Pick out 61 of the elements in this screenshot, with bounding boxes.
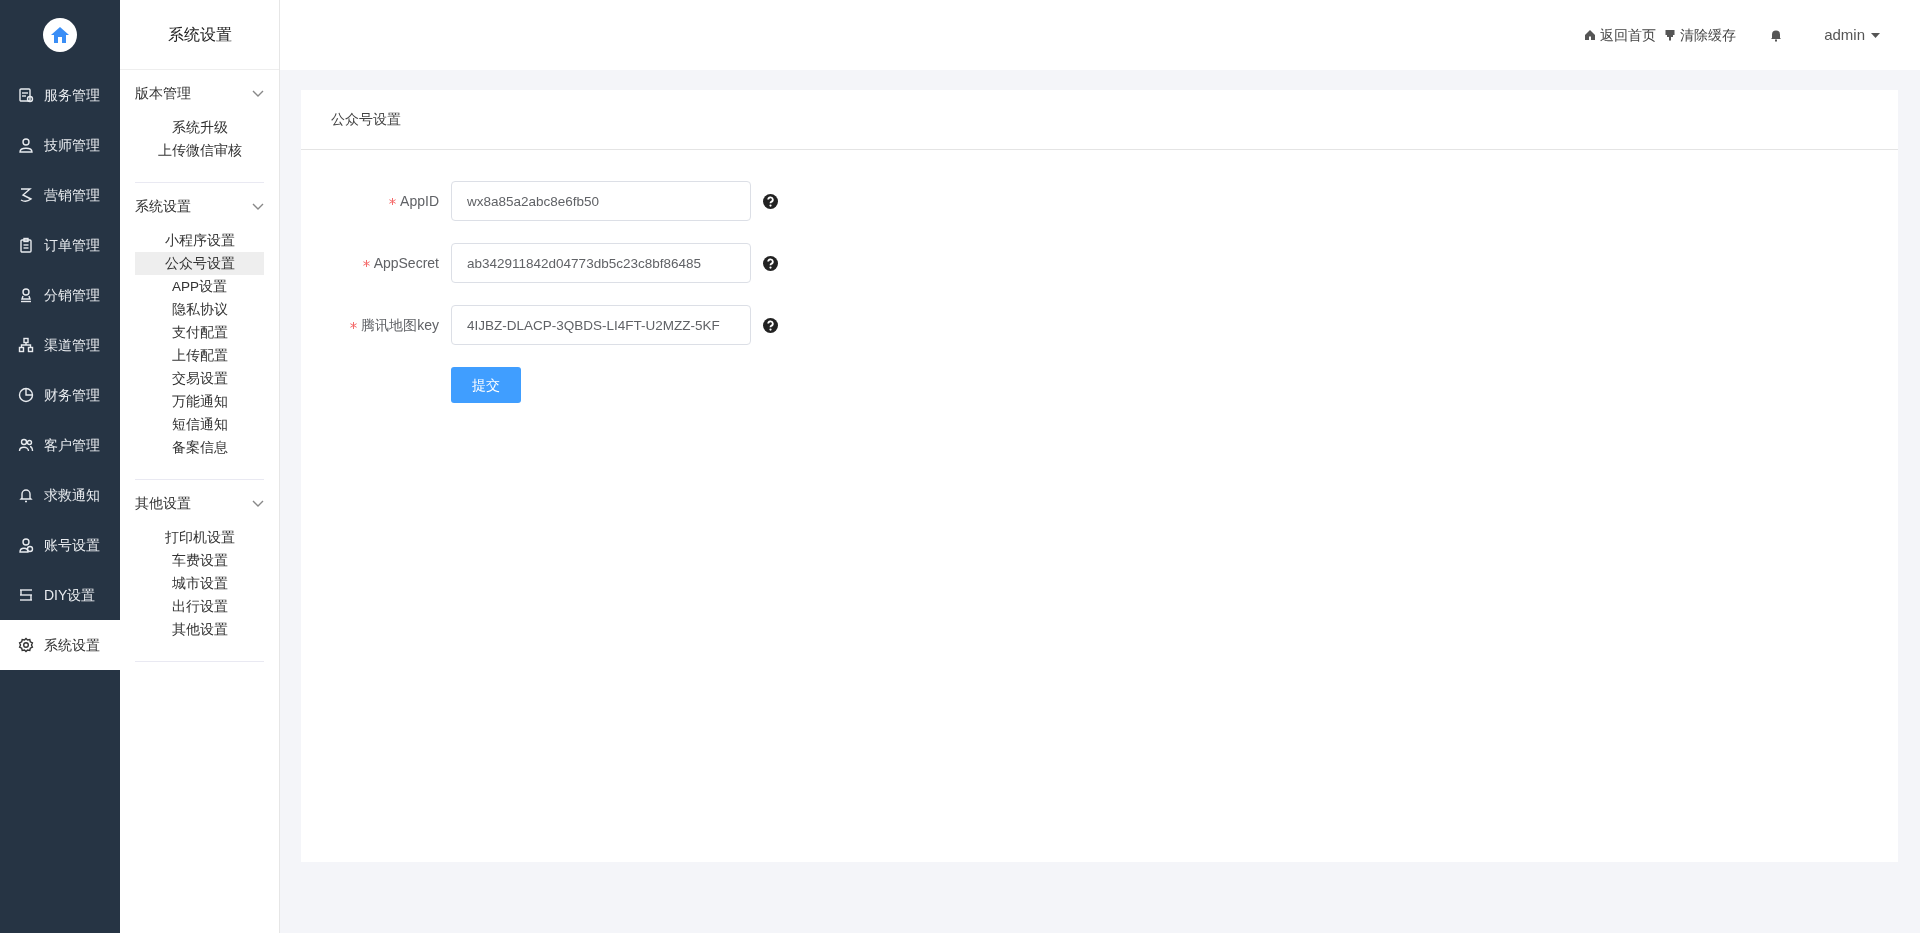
nav-item[interactable]: DIY设置 xyxy=(0,570,120,620)
caret-icon xyxy=(1871,32,1880,38)
submenu-item[interactable]: 备案信息 xyxy=(135,436,264,459)
bell-icon xyxy=(18,487,34,503)
submenu-item[interactable]: 车费设置 xyxy=(135,549,264,572)
nav-item[interactable]: 订单管理 xyxy=(0,220,120,270)
submenu-item[interactable]: 上传微信审核 xyxy=(135,139,264,162)
clipboard-icon xyxy=(18,237,34,253)
submenu-item[interactable]: 小程序设置 xyxy=(135,229,264,252)
nav-item[interactable]: 求救通知 xyxy=(0,470,120,520)
header-link[interactable]: 返回首页 xyxy=(1584,24,1657,46)
submenu-item[interactable]: 系统升级 xyxy=(135,116,264,139)
submenu-item[interactable]: APP设置 xyxy=(135,275,264,298)
nav-item[interactable]: 系统设置 xyxy=(0,620,120,670)
group-header[interactable]: 版本管理 xyxy=(135,80,264,106)
card-title: 公众号设置 xyxy=(301,90,1898,150)
header-link[interactable]: 清除缓存 xyxy=(1664,24,1737,46)
submenu-item[interactable]: 万能通知 xyxy=(135,390,264,413)
input-field[interactable]: wx8a85a2abc8e6fb50 xyxy=(451,181,751,221)
input-field[interactable]: 4IJBZ-DLACP-3QBDS-LI4FT-U2MZZ-5KF xyxy=(451,305,751,345)
person-icon xyxy=(18,137,34,153)
group-header[interactable]: 其他设置 xyxy=(135,490,264,516)
submenu-item[interactable]: 打印机设置 xyxy=(135,526,264,549)
submenu-item[interactable]: 短信通知 xyxy=(135,413,264,436)
input-field[interactable]: ab342911842d04773db5c23c8bf86485 xyxy=(451,243,751,283)
home-logo[interactable] xyxy=(43,18,77,52)
nav-item[interactable]: 服务管理 xyxy=(0,70,120,120)
pie-chart-icon xyxy=(18,387,34,403)
submenu-item[interactable]: 其他设置 xyxy=(135,618,264,641)
document-icon xyxy=(18,87,34,103)
help-icon[interactable] xyxy=(763,317,778,333)
hierarchy-icon xyxy=(18,337,34,353)
help-icon[interactable] xyxy=(763,255,778,271)
group-header[interactable]: 系统设置 xyxy=(135,193,264,219)
submenu-item[interactable]: 交易设置 xyxy=(135,367,264,390)
panel-title: 系统设置 xyxy=(120,0,279,70)
nav-item[interactable]: 技师管理 xyxy=(0,120,120,170)
bell-icon[interactable] xyxy=(1770,28,1783,42)
user-stamp-icon xyxy=(18,287,34,303)
account-icon xyxy=(18,537,34,553)
submenu-item[interactable]: 出行设置 xyxy=(135,595,264,618)
users-icon xyxy=(18,437,34,453)
field-label: 腾讯地图key xyxy=(361,315,439,335)
submenu-item[interactable]: 上传配置 xyxy=(135,344,264,367)
nav-item[interactable]: 营销管理 xyxy=(0,170,120,220)
submenu-item[interactable]: 支付配置 xyxy=(135,321,264,344)
submenu-item[interactable]: 隐私协议 xyxy=(135,298,264,321)
submenu-item[interactable]: 公众号设置 xyxy=(135,252,264,275)
nav-item[interactable]: 分销管理 xyxy=(0,270,120,320)
nav-item[interactable]: 账号设置 xyxy=(0,520,120,570)
settings-icon xyxy=(18,637,34,653)
home-icon xyxy=(1584,29,1597,41)
nav-item[interactable]: 渠道管理 xyxy=(0,320,120,370)
help-icon[interactable] xyxy=(763,193,778,209)
nav-item[interactable]: 客户管理 xyxy=(0,420,120,470)
field-label: AppID xyxy=(400,191,439,211)
brush-icon xyxy=(1664,29,1677,41)
user-menu[interactable]: admin xyxy=(1824,23,1880,47)
submenu-item[interactable]: 城市设置 xyxy=(135,572,264,595)
field-label: AppSecret xyxy=(373,253,439,273)
nav-item[interactable]: 财务管理 xyxy=(0,370,120,420)
